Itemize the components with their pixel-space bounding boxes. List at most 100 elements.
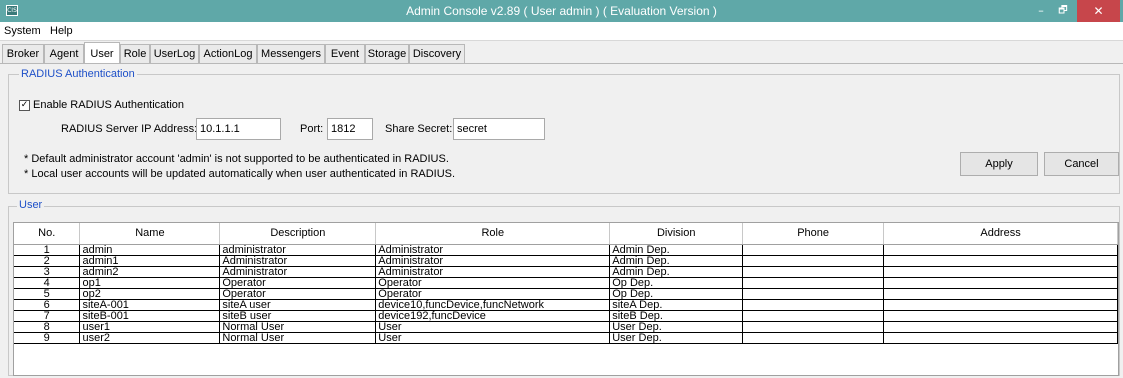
close-button[interactable]: ✕ <box>1077 0 1120 22</box>
cell-no: 5 <box>14 288 81 300</box>
tab-broker[interactable]: Broker <box>2 44 44 64</box>
radius-note-local: * Local user accounts will be updated au… <box>24 168 456 180</box>
title-bar: CIS Admin Console v2.89 ( User admin ) (… <box>0 0 1123 22</box>
column-header-division[interactable]: Division <box>609 223 744 245</box>
column-header-description[interactable]: Description <box>219 223 377 245</box>
cell-address <box>883 288 1118 300</box>
cell-phone <box>742 255 885 267</box>
table-row[interactable]: 5 op2 Operator Operator Op Dep. <box>14 288 1118 300</box>
cell-division: siteA Dep. <box>609 299 744 311</box>
cell-name: siteB-001 <box>79 310 221 322</box>
tab-userlog[interactable]: UserLog <box>150 44 199 64</box>
table-row[interactable]: 2 admin1 Administrator Administrator Adm… <box>14 255 1118 267</box>
cell-no: 3 <box>14 266 81 278</box>
cell-phone <box>742 288 885 300</box>
cell-phone <box>742 277 885 289</box>
cell-description: Normal User <box>219 321 377 333</box>
radius-group-title: RADIUS Authentication <box>19 68 137 80</box>
cell-name: admin2 <box>79 266 221 278</box>
cell-phone <box>742 332 885 344</box>
cell-address <box>883 321 1118 333</box>
menu-bar: System Help <box>0 22 1123 41</box>
table-row[interactable]: 3 admin2 Administrator Administrator Adm… <box>14 266 1118 278</box>
share-secret-input[interactable] <box>453 118 545 140</box>
column-header-address[interactable]: Address <box>883 223 1118 245</box>
cell-division: User Dep. <box>609 321 744 333</box>
apply-button[interactable]: Apply <box>960 152 1038 176</box>
menu-system[interactable]: System <box>4 25 41 37</box>
cell-address <box>883 255 1118 267</box>
check-icon: ✓ <box>20 100 29 110</box>
cell-no: 6 <box>14 299 81 311</box>
cell-description: Administrator <box>219 266 377 278</box>
user-group-title: User <box>17 199 45 211</box>
enable-radius-label: Enable RADIUS Authentication <box>33 99 185 111</box>
cell-name: op2 <box>79 288 221 300</box>
cell-role: Operator <box>375 277 611 289</box>
tab-role[interactable]: Role <box>120 44 150 64</box>
tab-event[interactable]: Event <box>325 44 365 64</box>
cell-name: siteA-001 <box>79 299 221 311</box>
cell-division: Admin Dep. <box>609 255 744 267</box>
cell-no: 8 <box>14 321 81 333</box>
cell-no: 7 <box>14 310 81 322</box>
cell-description: siteA user <box>219 299 377 311</box>
cell-no: 1 <box>14 244 81 256</box>
cell-no: 4 <box>14 277 81 289</box>
port-label: Port: <box>300 123 324 135</box>
cell-role: device192,funcDevice <box>375 310 611 322</box>
cell-address <box>883 277 1118 289</box>
cell-name: op1 <box>79 277 221 289</box>
table-row[interactable]: 7 siteB-001 siteB user device192,funcDev… <box>14 310 1118 322</box>
tab-storage[interactable]: Storage <box>365 44 409 64</box>
cell-name: user2 <box>79 332 221 344</box>
cell-description: Operator <box>219 277 377 289</box>
table-row[interactable]: 6 siteA-001 siteA user device10,funcDevi… <box>14 299 1118 311</box>
table-row[interactable]: 1 admin administrator Administrator Admi… <box>14 244 1118 256</box>
cell-name: admin <box>79 244 221 256</box>
cell-description: Normal User <box>219 332 377 344</box>
cell-address <box>883 310 1118 322</box>
cell-role: Administrator <box>375 255 611 267</box>
cell-division: Op Dep. <box>609 288 744 300</box>
window-title: Admin Console v2.89 ( User admin ) ( Eva… <box>406 4 717 18</box>
tab-discovery[interactable]: Discovery <box>409 44 465 64</box>
cell-name: user1 <box>79 321 221 333</box>
cell-address <box>883 266 1118 278</box>
minimize-button[interactable]: – <box>1031 0 1051 22</box>
enable-radius-checkbox[interactable]: ✓ <box>19 100 30 111</box>
column-header-role[interactable]: Role <box>375 223 611 245</box>
tab-messengers[interactable]: Messengers <box>257 44 325 64</box>
column-header-phone[interactable]: Phone <box>742 223 885 245</box>
maximize-button[interactable]: 🗗 <box>1053 0 1073 22</box>
port-input[interactable] <box>327 118 373 140</box>
cancel-button[interactable]: Cancel <box>1044 152 1119 176</box>
cell-division: Op Dep. <box>609 277 744 289</box>
tab-user[interactable]: User <box>84 42 120 64</box>
menu-help[interactable]: Help <box>50 25 73 37</box>
cell-address <box>883 244 1118 256</box>
table-row[interactable]: 4 op1 Operator Operator Op Dep. <box>14 277 1118 289</box>
table-row[interactable]: 9 user2 Normal User User User Dep. <box>14 332 1118 344</box>
cell-division: siteB Dep. <box>609 310 744 322</box>
server-ip-label: RADIUS Server IP Address: <box>61 123 198 135</box>
user-table: No. Name Description Role Division Phone… <box>14 223 1118 344</box>
cell-phone <box>742 244 885 256</box>
tab-agent[interactable]: Agent <box>44 44 84 64</box>
column-header-no[interactable]: No. <box>14 223 81 245</box>
cell-role: User <box>375 321 611 333</box>
cell-no: 2 <box>14 255 81 267</box>
table-row[interactable]: 8 user1 Normal User User User Dep. <box>14 321 1118 333</box>
server-ip-input[interactable] <box>196 118 281 140</box>
cell-division: Admin Dep. <box>609 266 744 278</box>
column-header-name[interactable]: Name <box>79 223 221 245</box>
tab-actionlog[interactable]: ActionLog <box>199 44 257 64</box>
cell-phone <box>742 266 885 278</box>
cell-role: Administrator <box>375 244 611 256</box>
cell-description: administrator <box>219 244 377 256</box>
cell-division: Admin Dep. <box>609 244 744 256</box>
radius-note-admin: * Default administrator account 'admin' … <box>24 153 449 165</box>
cell-description: Administrator <box>219 255 377 267</box>
cell-address <box>883 299 1118 311</box>
cell-role: Administrator <box>375 266 611 278</box>
